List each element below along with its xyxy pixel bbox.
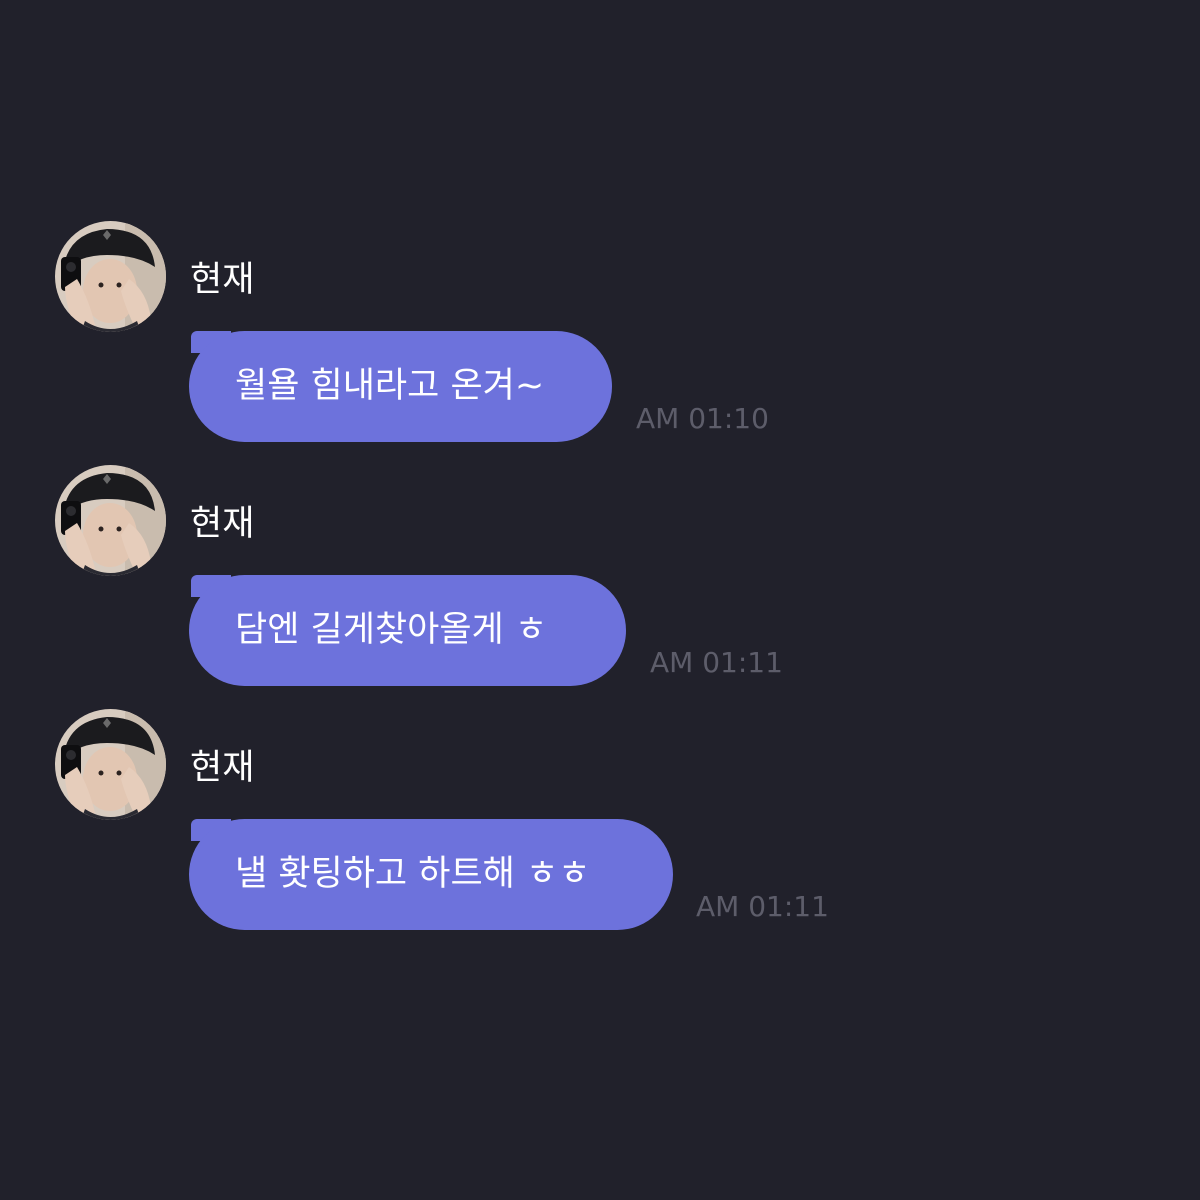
message-bubble[interactable]: 낼 홧팅하고 하트해 ㅎㅎ bbox=[189, 819, 673, 930]
message-timestamp: AM 01:11 bbox=[696, 890, 829, 923]
avatar[interactable] bbox=[55, 221, 166, 332]
profile-photo-icon bbox=[55, 709, 166, 820]
profile-photo-icon bbox=[55, 221, 166, 332]
profile-photo-icon bbox=[55, 465, 166, 576]
message-timestamp: AM 01:11 bbox=[650, 646, 783, 679]
sender-name: 현재 bbox=[190, 504, 255, 544]
message-row: 현재 낼 홧팅하고 하트해 ㅎㅎ AM 01:11 bbox=[0, 709, 1200, 931]
message-row: 현재 월욜 힘내라고 온겨~ AM 01:10 bbox=[0, 221, 1200, 443]
sender-name: 현재 bbox=[190, 260, 255, 300]
message-bubble[interactable]: 담엔 길게찾아올게 ㅎ bbox=[189, 575, 626, 686]
avatar[interactable] bbox=[55, 465, 166, 576]
sender-name: 현재 bbox=[190, 748, 255, 788]
message-row: 현재 담엔 길게찾아올게 ㅎ AM 01:11 bbox=[0, 465, 1200, 687]
message-timestamp: AM 01:10 bbox=[636, 402, 769, 435]
message-bubble[interactable]: 월욜 힘내라고 온겨~ bbox=[189, 331, 612, 442]
chat-area: 현재 월욜 힘내라고 온겨~ AM 01:10 현재 담엔 길게찾아올게 ㅎ A… bbox=[0, 0, 1200, 1200]
avatar[interactable] bbox=[55, 709, 166, 820]
